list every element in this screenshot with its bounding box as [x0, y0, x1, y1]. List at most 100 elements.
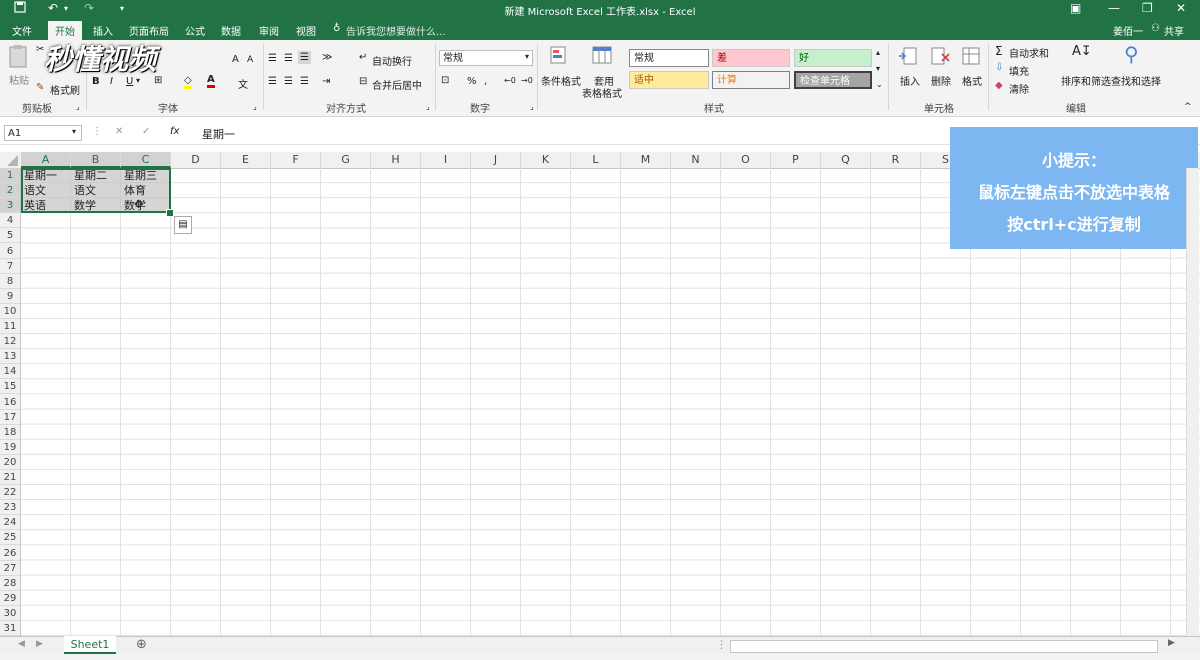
- cell-a1[interactable]: 星期一: [21, 168, 71, 183]
- column-header-q[interactable]: Q: [821, 152, 871, 168]
- style-check-cell[interactable]: 检查单元格: [794, 71, 872, 89]
- number-format-dropdown-icon[interactable]: ▾: [525, 52, 529, 61]
- row-header-20[interactable]: 20: [0, 455, 20, 470]
- row-header-30[interactable]: 30: [0, 606, 20, 621]
- row-header-28[interactable]: 28: [0, 576, 20, 591]
- format-cells-icon[interactable]: [961, 46, 981, 71]
- align-center-icon[interactable]: ☰: [284, 76, 293, 87]
- tab-review[interactable]: 审阅: [259, 23, 279, 38]
- tab-page-layout[interactable]: 页面布局: [129, 23, 169, 38]
- style-bad[interactable]: 差: [712, 49, 790, 67]
- column-header-n[interactable]: N: [671, 152, 721, 168]
- row-header-7[interactable]: 7: [0, 259, 20, 274]
- fill-color-icon[interactable]: ◇: [184, 75, 192, 89]
- row-header-3[interactable]: 3: [0, 198, 20, 214]
- table-format-icon[interactable]: [592, 46, 614, 71]
- column-header-b[interactable]: B: [71, 152, 121, 168]
- sort-filter-icon[interactable]: A↧: [1072, 44, 1092, 59]
- tab-formulas[interactable]: 公式: [185, 23, 205, 38]
- number-format-select[interactable]: 常规: [439, 50, 533, 66]
- tab-insert[interactable]: 插入: [93, 23, 113, 38]
- shrink-font-button[interactable]: A: [247, 55, 253, 65]
- next-sheet-icon[interactable]: ▶: [36, 639, 43, 649]
- name-box[interactable]: A1: [4, 125, 82, 141]
- quick-analysis-icon[interactable]: ▤: [174, 216, 192, 234]
- insert-function-button[interactable]: fx: [170, 126, 179, 137]
- tab-view[interactable]: 视图: [296, 23, 316, 38]
- font-launcher-icon[interactable]: ⌟: [253, 102, 257, 111]
- table-format-line2[interactable]: 表格格式: [582, 85, 622, 100]
- cell-b3[interactable]: 数学: [71, 198, 121, 213]
- column-header-k[interactable]: K: [521, 152, 571, 168]
- format-cells-button[interactable]: 格式: [962, 73, 982, 88]
- row-header-5[interactable]: 5: [0, 228, 20, 244]
- cell-c3[interactable]: 数学: [121, 198, 171, 213]
- row-header-1[interactable]: 1: [0, 168, 20, 183]
- row-header-15[interactable]: 15: [0, 379, 20, 395]
- restore-icon[interactable]: ❐: [1142, 1, 1153, 15]
- styles-scroll-down-icon[interactable]: ▾: [876, 64, 880, 73]
- merge-icon[interactable]: ⊟: [359, 76, 367, 87]
- number-launcher-icon[interactable]: ⌟: [530, 102, 534, 111]
- border-icon[interactable]: ⊞: [154, 75, 162, 86]
- cell-a2[interactable]: 语文: [21, 183, 71, 198]
- grow-font-button[interactable]: A: [232, 54, 239, 65]
- column-header-e[interactable]: E: [221, 152, 271, 168]
- tab-file[interactable]: 文件: [12, 23, 32, 38]
- cell-b1[interactable]: 星期二: [71, 168, 121, 183]
- row-header-8[interactable]: 8: [0, 274, 20, 289]
- wrap-text-button[interactable]: 自动换行: [372, 53, 412, 68]
- row-header-22[interactable]: 22: [0, 485, 20, 501]
- row-header-4[interactable]: 4: [0, 213, 20, 229]
- row-header-21[interactable]: 21: [0, 470, 20, 485]
- find-icon[interactable]: ⚲: [1124, 42, 1139, 66]
- phonetic-button[interactable]: 文: [238, 76, 248, 91]
- column-header-j[interactable]: J: [471, 152, 521, 168]
- align-right-icon[interactable]: ☰: [300, 76, 309, 87]
- currency-icon[interactable]: ⊡: [441, 75, 449, 86]
- bold-button[interactable]: B: [92, 76, 100, 87]
- row-header-26[interactable]: 26: [0, 546, 20, 561]
- ribbon-display-icon[interactable]: ▣: [1070, 1, 1081, 15]
- format-painter-button[interactable]: 格式刷: [50, 82, 80, 97]
- cell-c1[interactable]: 星期三: [121, 168, 171, 183]
- conditional-format-button[interactable]: 条件格式: [541, 73, 581, 88]
- column-header-r[interactable]: R: [871, 152, 921, 168]
- formula-input[interactable]: 星期一: [202, 126, 235, 142]
- decrease-decimal-icon[interactable]: →0: [521, 76, 533, 85]
- row-header-24[interactable]: 24: [0, 515, 20, 531]
- scroll-right-icon[interactable]: ▶: [1168, 638, 1175, 648]
- row-header-6[interactable]: 6: [0, 244, 20, 259]
- style-calculation[interactable]: 计算: [712, 71, 790, 89]
- cell-c2[interactable]: 体育: [121, 183, 171, 198]
- underline-button[interactable]: U: [126, 76, 133, 87]
- share-button[interactable]: 共享: [1164, 23, 1184, 38]
- underline-dropdown-icon[interactable]: ▾: [136, 76, 140, 85]
- column-header-a[interactable]: A: [21, 152, 71, 168]
- column-header-g[interactable]: G: [321, 152, 371, 168]
- tell-me-box[interactable]: 告诉我您想要做什么...: [346, 23, 446, 38]
- indent-icon[interactable]: ⇥: [322, 76, 330, 87]
- row-header-12[interactable]: 12: [0, 334, 20, 350]
- row-header-10[interactable]: 10: [0, 304, 20, 319]
- row-header-31[interactable]: 31: [0, 621, 20, 636]
- row-header-19[interactable]: 19: [0, 440, 20, 455]
- row-header-18[interactable]: 18: [0, 425, 20, 440]
- prev-sheet-icon[interactable]: ◀: [18, 639, 25, 649]
- column-header-h[interactable]: H: [371, 152, 421, 168]
- italic-button[interactable]: I: [110, 76, 113, 87]
- tab-data[interactable]: 数据: [221, 23, 241, 38]
- row-header-13[interactable]: 13: [0, 349, 20, 365]
- row-header-23[interactable]: 23: [0, 500, 20, 516]
- cancel-icon[interactable]: ✕: [115, 126, 123, 137]
- conditional-format-icon[interactable]: [550, 46, 570, 71]
- eraser-icon[interactable]: ◆: [995, 80, 1003, 91]
- row-header-27[interactable]: 27: [0, 561, 20, 576]
- align-top-icon[interactable]: ☰: [268, 53, 277, 64]
- style-normal[interactable]: 常规: [629, 49, 709, 67]
- column-header-l[interactable]: L: [571, 152, 621, 168]
- column-header-p[interactable]: P: [771, 152, 821, 168]
- column-header-o[interactable]: O: [721, 152, 771, 168]
- delete-cells-button[interactable]: 删除: [931, 73, 951, 88]
- comma-button[interactable]: ,: [484, 76, 487, 87]
